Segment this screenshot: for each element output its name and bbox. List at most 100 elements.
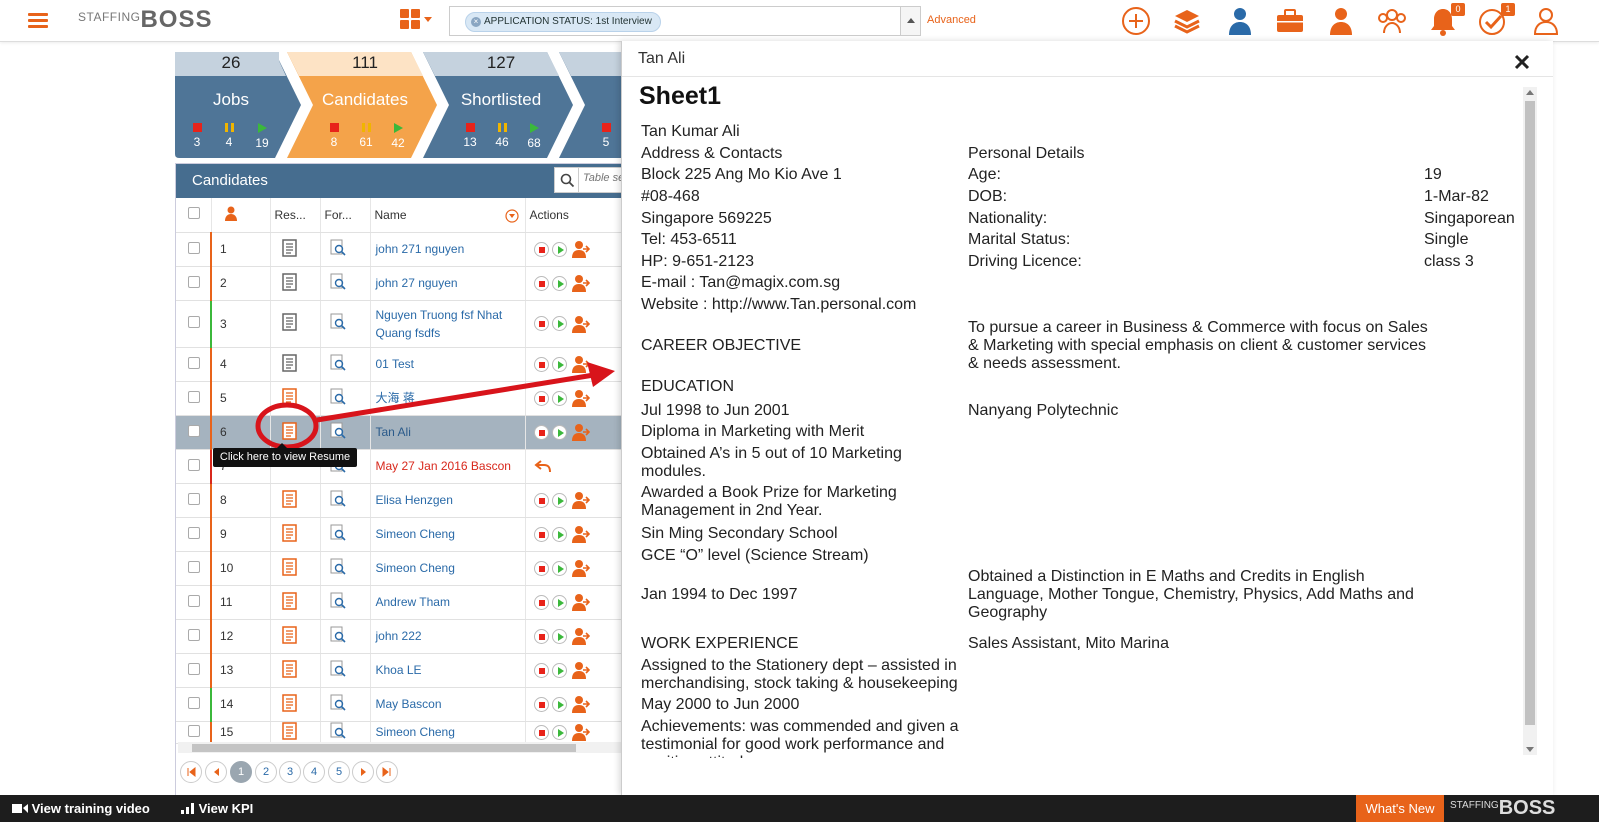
candidate-name-link[interactable]: Simeon Cheng: [376, 561, 455, 575]
bell-icon[interactable]: 0: [1427, 3, 1465, 37]
advance-button[interactable]: [551, 724, 567, 740]
advance-button[interactable]: [551, 594, 567, 610]
assign-user-icon[interactable]: [570, 240, 590, 258]
resume-icon[interactable]: [281, 238, 297, 257]
candidate-name-link[interactable]: Simeon Cheng: [376, 725, 455, 739]
row-checkbox[interactable]: [188, 594, 200, 607]
resume-icon[interactable]: [281, 659, 297, 678]
advance-button[interactable]: [551, 696, 567, 712]
table-row[interactable]: 12 john 222: [176, 619, 637, 654]
assign-user-icon[interactable]: [570, 695, 590, 713]
row-checkbox[interactable]: [188, 316, 200, 328]
reject-button[interactable]: [533, 628, 549, 644]
candidate-name-link[interactable]: john 222: [376, 629, 422, 643]
resume-icon[interactable]: [281, 625, 297, 644]
candidate-name-link[interactable]: May 27 Jan 2016 Bascon: [376, 459, 511, 473]
briefcase-icon[interactable]: [1274, 5, 1306, 37]
reject-button[interactable]: [533, 662, 549, 678]
candidate-name-link[interactable]: Simeon Cheng: [376, 527, 455, 541]
stage-pause-count[interactable]: 61: [352, 123, 380, 149]
candidate-name-link[interactable]: Elisa Henzgen: [376, 493, 453, 507]
resume-icon[interactable]: [281, 721, 297, 740]
stage-stop-count[interactable]: 5: [592, 123, 620, 149]
candidate-name-link[interactable]: john 271 nguyen: [376, 242, 465, 256]
candidate-icon[interactable]: [1325, 5, 1357, 37]
page-3[interactable]: 3: [279, 761, 301, 783]
table-row[interactable]: 8 Elisa Henzgen: [176, 483, 637, 518]
stage-next[interactable]: 5: [559, 52, 623, 158]
stage-stop-count[interactable]: 13: [456, 123, 484, 149]
resume-column-header[interactable]: Res...: [270, 198, 321, 233]
advance-button[interactable]: [551, 662, 567, 678]
reject-button[interactable]: [533, 492, 549, 508]
row-checkbox[interactable]: [188, 662, 200, 675]
apps-grid-icon[interactable]: [400, 9, 434, 33]
assign-user-icon[interactable]: [570, 593, 590, 611]
reject-button[interactable]: [533, 526, 549, 542]
assign-user-icon[interactable]: [570, 661, 590, 679]
status-column-header[interactable]: [211, 198, 271, 233]
row-checkbox[interactable]: [188, 696, 200, 709]
row-checkbox[interactable]: [188, 526, 200, 539]
row-checkbox[interactable]: [188, 390, 200, 403]
assign-user-icon[interactable]: [570, 559, 590, 577]
table-row[interactable]: 3 Nguyen Truong fsf Nhat Quang fsdfs: [176, 300, 637, 348]
resume-icon[interactable]: [281, 693, 297, 712]
reject-button[interactable]: [533, 316, 549, 331]
stage-stop-count[interactable]: 3: [183, 123, 211, 149]
advance-button[interactable]: [551, 560, 567, 576]
next-page-button[interactable]: [352, 761, 374, 783]
undo-icon[interactable]: [533, 459, 552, 473]
stage-play-count[interactable]: 42: [384, 123, 412, 150]
candidate-name-link[interactable]: May Bascon: [376, 697, 442, 711]
stage-candidates[interactable]: 111 Candidates 8 61 42: [287, 52, 439, 158]
row-checkbox[interactable]: [188, 241, 200, 254]
row-checkbox[interactable]: [188, 356, 200, 369]
last-page-button[interactable]: [376, 761, 398, 783]
tasks-icon[interactable]: 1: [1477, 3, 1515, 37]
name-column-header[interactable]: Name: [370, 198, 526, 233]
table-row[interactable]: 10 Simeon Cheng: [176, 551, 637, 586]
profile-icon[interactable]: [1530, 5, 1562, 37]
form-search-icon[interactable]: [329, 694, 347, 712]
training-video-button[interactable]: View training video: [12, 801, 150, 816]
form-search-icon[interactable]: [329, 239, 347, 257]
whats-new-button[interactable]: What's New: [1356, 795, 1444, 822]
advance-button[interactable]: [551, 241, 567, 257]
search-icon[interactable]: [555, 168, 579, 192]
page-5[interactable]: 5: [328, 761, 350, 783]
prev-page-button[interactable]: [205, 761, 227, 783]
horizontal-scrollbar[interactable]: [178, 742, 632, 753]
form-search-icon[interactable]: [329, 660, 347, 678]
reject-button[interactable]: [533, 275, 549, 291]
table-row[interactable]: 9 Simeon Cheng: [176, 517, 637, 552]
resume-icon[interactable]: [281, 489, 297, 508]
candidate-name-link[interactable]: Nguyen Truong fsf Nhat Quang fsdfs: [376, 308, 503, 340]
candidate-name-link[interactable]: Andrew Tham: [376, 595, 450, 609]
resume-icon[interactable]: [281, 557, 297, 576]
filter-icon[interactable]: [504, 209, 519, 223]
candidate-name-link[interactable]: john 27 nguyen: [376, 276, 458, 290]
menu-icon[interactable]: [28, 13, 48, 29]
assign-user-icon[interactable]: [570, 491, 590, 509]
stage-pause-count[interactable]: 46: [488, 123, 516, 149]
form-search-icon[interactable]: [329, 524, 347, 542]
table-row[interactable]: 2 john 27 nguyen: [176, 266, 637, 301]
assign-user-icon[interactable]: [570, 274, 590, 292]
row-checkbox[interactable]: [188, 492, 200, 505]
reject-button[interactable]: [533, 724, 549, 740]
advance-button[interactable]: [551, 492, 567, 508]
assign-user-icon[interactable]: [570, 627, 590, 645]
global-search-input[interactable]: × APPLICATION STATUS: 1st Interview: [449, 6, 921, 36]
app-logo[interactable]: STAFFINGBOSS: [78, 6, 212, 34]
table-row[interactable]: 1 john 271 nguyen: [176, 232, 637, 267]
table-row[interactable]: 11 Andrew Tham: [176, 585, 637, 620]
scroll-up-icon[interactable]: [1526, 90, 1534, 95]
form-search-icon[interactable]: [329, 626, 347, 644]
user-icon[interactable]: [1224, 5, 1256, 37]
candidate-name-link[interactable]: Khoa LE: [376, 663, 422, 677]
stage-play-count[interactable]: 19: [248, 123, 276, 150]
vertical-scrollbar[interactable]: [1523, 87, 1537, 755]
resume-icon[interactable]: [281, 313, 297, 331]
advanced-search-link[interactable]: Advanced: [927, 14, 976, 26]
